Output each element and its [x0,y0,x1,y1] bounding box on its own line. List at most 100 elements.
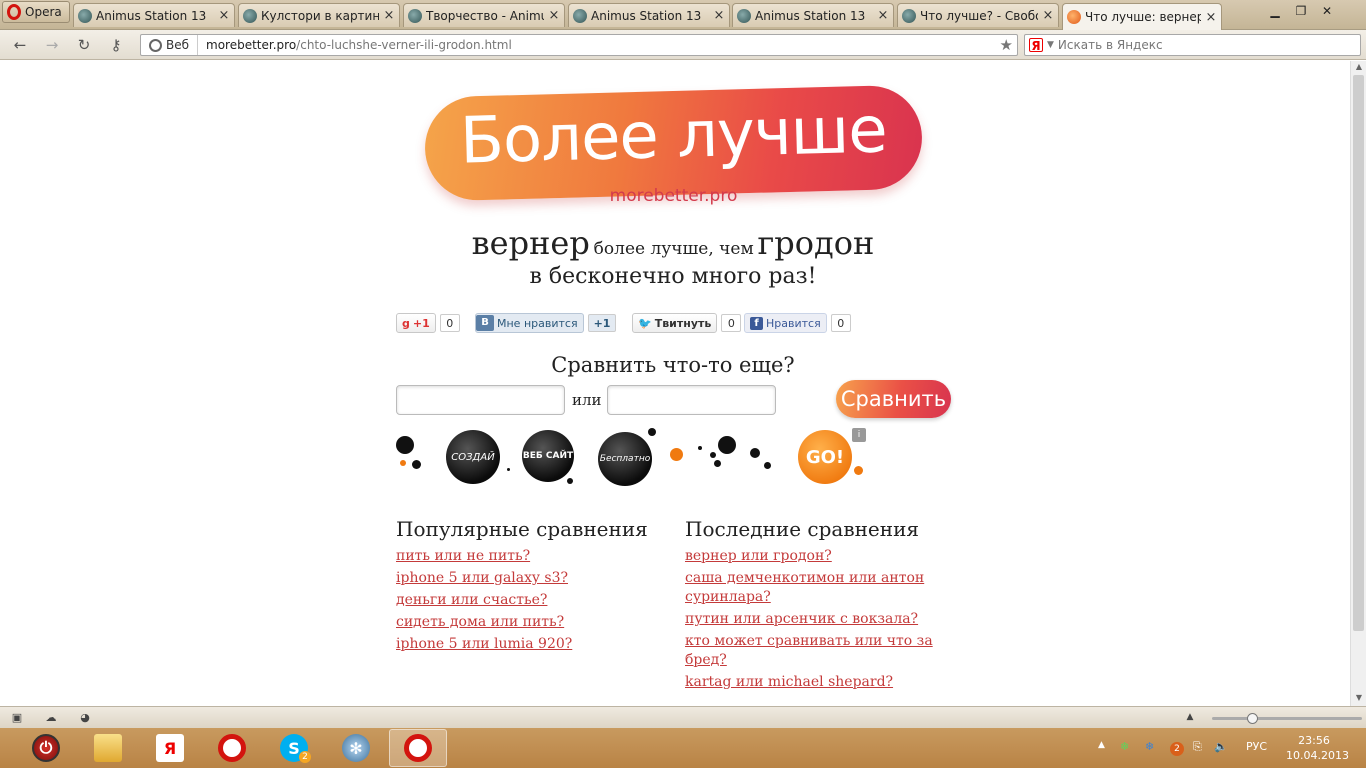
close-window-icon[interactable]: ✕ [1314,2,1340,20]
vk-plus-count[interactable]: +1 [587,314,617,332]
favicon-icon [573,8,587,23]
zoom-slider[interactable] [1212,717,1362,720]
close-tab-icon[interactable]: × [1042,8,1054,23]
speed-dial-icon[interactable]: ◕ [77,711,93,724]
google-plus-widget: g +1 0 [396,313,460,333]
panels-toggle-icon[interactable]: ▣ [9,711,25,724]
tab-2[interactable]: Кулстори в картинка... × [238,3,400,27]
vertical-scrollbar[interactable]: ▲ ▼ [1350,61,1366,706]
vk-widget: В Мне нравится +1 [475,313,617,333]
tab-3[interactable]: Творчество - Animu... × [403,3,565,27]
headline-middle: более лучше, чем [593,239,754,259]
ad-go-button[interactable]: GO! [798,430,852,484]
tab-7-active[interactable]: Что лучше: вернер ... × [1062,3,1222,30]
tray-device-icon[interactable]: ⎘ [1193,740,1202,754]
taskbar-app[interactable]: ✻ [327,729,385,767]
or-label: или [572,391,602,409]
taskbar-opera-1[interactable] [203,729,261,767]
popular-link[interactable]: iphone 5 или galaxy s3? [396,569,666,588]
tray-green-icon[interactable]: ❄ [1120,740,1129,753]
reload-icon[interactable]: ↻ [74,36,94,54]
close-tab-icon[interactable]: × [548,8,560,23]
google-plus-button[interactable]: g +1 [396,313,436,333]
system-clock[interactable]: 23:56 10.04.2013 [1286,733,1349,763]
favicon-icon [78,8,92,23]
skype-badge: 2 [299,751,311,763]
decor-dot [718,436,736,454]
close-tab-icon[interactable]: × [1205,10,1217,25]
taskbar-explorer[interactable] [79,729,137,767]
tweet-button[interactable]: 🐦 Твитнуть [632,313,718,333]
zoom-up-icon[interactable]: ▲ [1182,711,1198,724]
decor-dot [400,460,406,466]
tray-badge-icon[interactable]: 2 [1170,742,1184,756]
scroll-down-icon[interactable]: ▼ [1351,693,1366,705]
ad-info-icon[interactable]: i [852,428,866,442]
close-tab-icon[interactable]: × [383,8,395,23]
vk-icon: В [476,315,494,331]
popular-link[interactable]: сидеть дома или пить? [396,613,666,632]
power-button[interactable]: ⏻ [17,729,75,767]
input-language[interactable]: РУС [1246,740,1267,753]
close-tab-icon[interactable]: × [713,8,725,23]
tab-6[interactable]: Что лучше? - Свобо... × [897,3,1059,27]
facebook-like-button[interactable]: f Нравится [744,313,827,333]
search-engine-dropdown-icon[interactable]: ▼ [1047,40,1054,50]
forward-arrow-icon[interactable]: → [42,36,62,54]
item1-name: вернер [471,224,590,262]
tab-title: Animus Station 13 [96,8,207,23]
taskbar-yandex[interactable]: Я [141,729,199,767]
site-info-button[interactable]: Веб [141,35,199,55]
tray-blue-icon[interactable]: ❄ [1145,740,1154,753]
decor-dot [854,466,863,475]
show-hidden-icons[interactable]: ▲ [1098,740,1105,750]
yandex-icon[interactable]: Я [1029,38,1043,53]
recent-link[interactable]: путин или арсенчик с вокзала? [685,610,957,629]
cloud-icon[interactable]: ☁ [43,711,59,724]
recent-link[interactable]: кто может сравнивать или что за бред? [685,632,957,670]
close-tab-icon[interactable]: × [877,8,889,23]
close-tab-icon[interactable]: × [218,8,230,23]
key-icon[interactable]: ⚷ [106,36,126,54]
decor-dot [714,460,721,467]
facebook-count: 0 [830,314,851,332]
search-box[interactable]: Я ▼ Искать в Яндекс [1024,34,1361,56]
facebook-widget: f Нравится 0 [744,313,851,333]
popular-comparisons: Популярные сравнения пить или не пить? i… [396,517,666,657]
recent-link[interactable]: kartag или michael shepard? [685,673,957,692]
address-bar[interactable]: Веб morebetter.pro/chto-luchshe-verner-i… [140,34,1018,56]
favicon-icon [902,8,916,23]
popular-link[interactable]: пить или не пить? [396,547,666,566]
tab-5[interactable]: Animus Station 13 × [732,3,894,27]
taskbar-opera-active[interactable] [389,729,447,767]
tab-4[interactable]: Animus Station 13 × [568,3,730,27]
volume-icon[interactable]: 🔈 [1214,740,1228,753]
opera-menu-button[interactable]: Opera [2,1,70,23]
recent-link[interactable]: саша демченкотимон или антон суринлара? [685,569,957,607]
zoom-slider-knob[interactable] [1247,713,1258,724]
second-item-input[interactable] [607,385,776,415]
tab-1[interactable]: Animus Station 13 × [73,3,235,27]
minimize-icon[interactable]: ▁ [1262,2,1288,20]
back-arrow-icon[interactable]: ← [10,36,30,54]
url-text[interactable]: morebetter.pro/chto-luchshe-verner-ili-g… [198,38,512,52]
scrollbar-thumb[interactable] [1353,75,1364,631]
compare-title: Сравнить что-то еще? [551,353,795,377]
tab-title: Что лучше? - Свобо... [920,8,1038,23]
vk-like-button[interactable]: В Мне нравится [475,313,584,333]
first-item-input[interactable] [396,385,565,415]
popular-link[interactable]: деньги или счастье? [396,591,666,610]
scroll-up-icon[interactable]: ▲ [1351,62,1366,74]
facebook-like-label: Нравится [766,316,821,330]
bookmark-star-icon[interactable]: ★ [1000,36,1013,54]
clock-time: 23:56 [1298,734,1330,747]
popular-link[interactable]: iphone 5 или lumia 920? [396,635,666,654]
decor-dot [764,462,771,469]
compare-button[interactable]: Сравнить [836,380,951,418]
taskbar-skype[interactable]: S 2 [265,729,323,767]
item2-name: гродон [757,224,875,262]
site-logo[interactable]: Более лучше [423,84,924,202]
ad-banner[interactable]: СОЗДАЙ ВЕБ САЙТ Бесплатно GO! i [392,424,872,488]
recent-link[interactable]: вернер или гродон? [685,547,957,566]
maximize-icon[interactable]: ❐ [1288,2,1314,20]
